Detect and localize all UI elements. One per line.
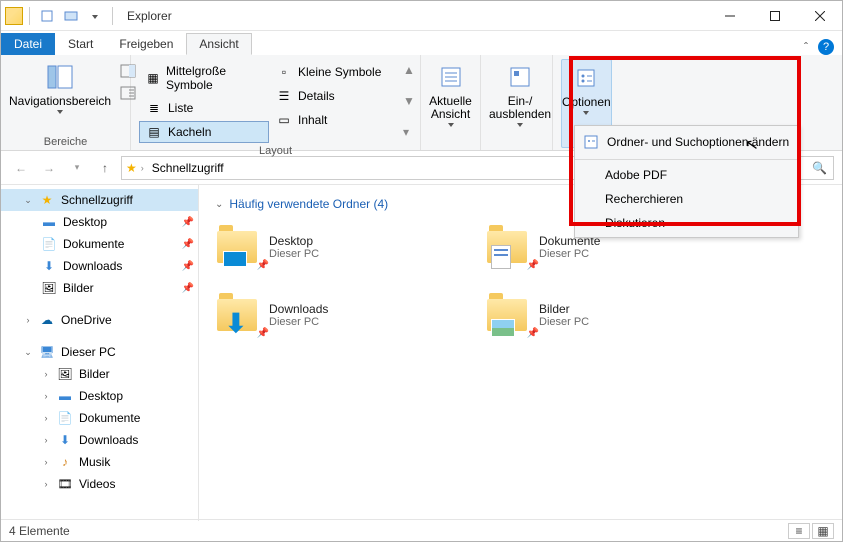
menu-adobe-pdf[interactable]: Adobe PDF [575,163,798,187]
menu-research[interactable]: Recherchieren [575,187,798,211]
group-panes-label: Bereiche [9,134,122,148]
title-bar: Explorer [1,1,842,31]
pin-icon: 📌 [527,328,539,339]
sidebar-pc-music[interactable]: ›♪Musik [1,451,198,473]
tab-start[interactable]: Start [55,33,106,55]
navigation-pane-button[interactable]: Navigationsbereich [9,59,111,134]
tile-desktop[interactable]: 📌 DesktopDieser PC [215,225,415,269]
quick-access-toolbar [1,5,121,27]
layout-medium-icons[interactable]: ▦Mittelgroße Symbole [139,61,269,95]
tab-share[interactable]: Freigeben [106,33,186,55]
qat-item[interactable] [36,5,58,27]
options-dropdown: Ordner- und Suchoptionen ändern Adobe PD… [574,125,799,238]
layout-expand[interactable]: ▾ [403,125,415,139]
layout-small-icons[interactable]: ▫Kleine Symbole [269,61,399,83]
layout-details[interactable]: ☰Details [269,85,399,107]
show-hide-button[interactable]: Ein-/ ausblenden [489,59,551,148]
tab-file[interactable]: Datei [1,33,55,55]
sidebar-pc-desktop[interactable]: ›▬Desktop [1,385,198,407]
options-icon [583,133,599,151]
forward-button[interactable]: → [37,156,61,180]
explorer-icon [5,7,23,25]
tab-view[interactable]: Ansicht [186,33,251,55]
sidebar-documents[interactable]: 📄Dokumente📌 [1,233,198,255]
sidebar-this-pc[interactable]: ⌄🖥Dieser PC [1,341,198,363]
breadcrumb[interactable]: Schnellzugriff [148,161,228,175]
sidebar-pictures[interactable]: 🖼Bilder📌 [1,277,198,299]
layout-scroll-down[interactable]: ▼ [403,94,415,108]
pin-icon: 📌 [257,328,269,339]
sidebar-quick-access[interactable]: ⌄★Schnellzugriff [1,189,198,211]
close-button[interactable] [797,1,842,30]
sidebar-pc-documents[interactable]: ›📄Dokumente [1,407,198,429]
recent-locations[interactable]: ▾ [65,156,89,180]
sidebar-pc-downloads[interactable]: ›⬇Downloads [1,429,198,451]
sidebar-desktop[interactable]: ▬Desktop📌 [1,211,198,233]
navigation-sidebar: ⌄★Schnellzugriff ▬Desktop📌 📄Dokumente📌 ⬇… [1,185,199,521]
view-tiles-button[interactable]: ▦ [812,523,834,539]
sidebar-pc-videos[interactable]: ›🎞Videos [1,473,198,495]
quick-access-icon: ★ [126,161,137,175]
search-icon: 🔍 [812,161,827,175]
back-button[interactable]: ← [9,156,33,180]
current-view-button[interactable]: Aktuelle Ansicht [429,59,472,148]
status-item-count: 4 Elemente [9,524,70,538]
navigation-pane-label: Navigationsbereich [9,95,111,108]
layout-scroll-up[interactable]: ▲ [403,63,415,77]
sidebar-onedrive[interactable]: ›☁OneDrive [1,309,198,331]
help-icon[interactable]: ? [818,39,834,55]
layout-content[interactable]: ▭Inhalt [269,109,399,131]
qat-item[interactable] [60,5,82,27]
window-title: Explorer [121,9,707,23]
qat-overflow[interactable] [84,5,106,27]
status-bar: 4 Elemente ≡ ▦ [1,519,842,541]
minimize-button[interactable] [707,1,752,30]
menu-change-folder-options[interactable]: Ordner- und Suchoptionen ändern [575,128,798,156]
tile-pictures[interactable]: 📌 BilderDieser PC [485,293,685,337]
up-button[interactable]: ↑ [93,156,117,180]
menu-discuss[interactable]: Diskutieren [575,211,798,235]
pin-icon: 📌 [527,260,539,271]
maximize-button[interactable] [752,1,797,30]
layout-list[interactable]: ≣Liste [139,97,269,119]
pin-icon: 📌 [257,260,269,271]
ribbon-tabs: Datei Start Freigeben Ansicht ˆ ? [1,31,842,55]
tile-downloads[interactable]: ⬇📌 DownloadsDieser PC [215,293,415,337]
group-layout-label: Layout [139,143,412,157]
layout-tiles[interactable]: ▤Kacheln [139,121,269,143]
collapse-ribbon-icon[interactable]: ˆ [804,40,808,54]
sidebar-pc-pictures[interactable]: ›🖼Bilder [1,363,198,385]
view-details-button[interactable]: ≡ [788,523,810,539]
sidebar-downloads[interactable]: ⬇Downloads📌 [1,255,198,277]
